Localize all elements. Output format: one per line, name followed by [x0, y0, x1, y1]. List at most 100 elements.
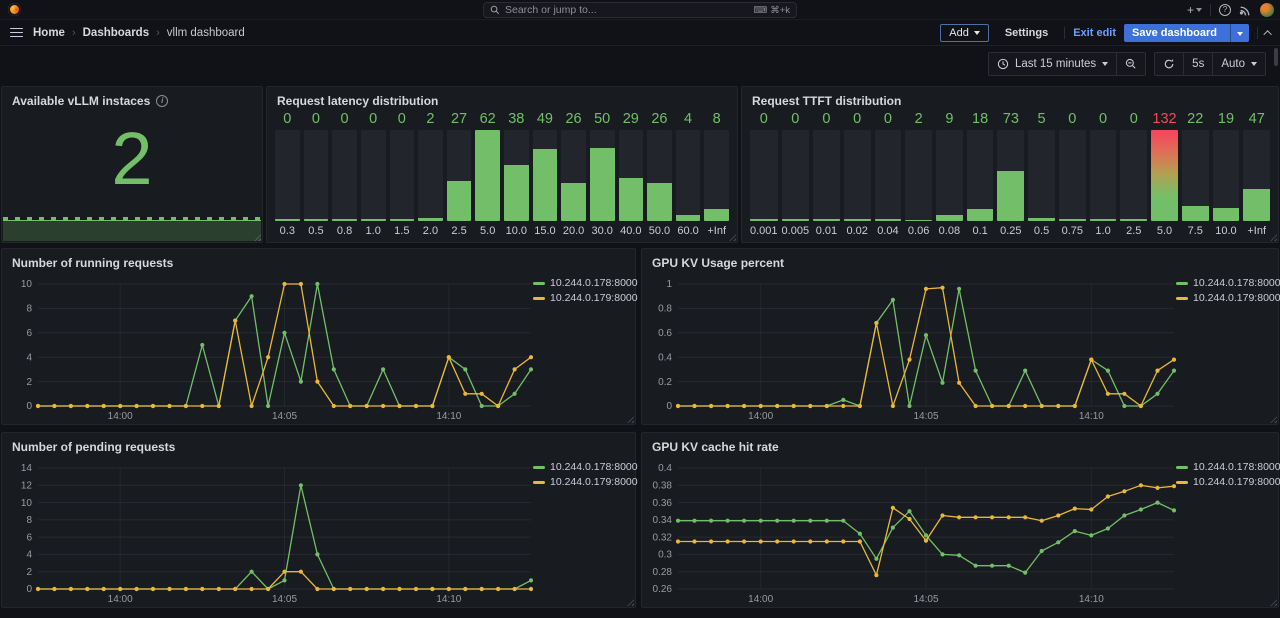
divider [1064, 27, 1065, 39]
settings-button[interactable]: Settings [997, 25, 1056, 41]
search-box[interactable]: ⌨ ⌘+k [483, 2, 797, 18]
user-avatar[interactable] [1260, 3, 1274, 17]
histogram-bar: 01.0 [361, 111, 386, 237]
bar-bucket-label: +Inf [1243, 221, 1270, 237]
svg-text:8: 8 [26, 515, 32, 526]
chart-legend: 10.244.0.178:8000 10.244.0.179:8000 [533, 455, 633, 605]
time-series-chart[interactable]: 024681014:0014:0514:10 [4, 271, 533, 422]
legend-item[interactable]: 10.244.0.178:8000 [1176, 461, 1276, 473]
refresh-button[interactable] [1155, 53, 1183, 75]
svg-text:6: 6 [26, 328, 32, 339]
time-range-button[interactable]: Last 15 minutes [989, 53, 1116, 75]
refresh-icon [1163, 58, 1175, 70]
panel-title[interactable]: Available vLLM instaces i [2, 87, 262, 109]
grafana-logo-icon[interactable] [8, 3, 21, 16]
add-menu-button[interactable]: + [1187, 3, 1202, 17]
breadcrumb-dashboards[interactable]: Dashboards [83, 27, 149, 39]
svg-text:0.36: 0.36 [653, 498, 673, 509]
bar-track [905, 130, 932, 221]
time-series-chart[interactable]: 0246810121414:0014:0514:10 [4, 455, 533, 605]
search-icon [490, 5, 500, 15]
time-series-chart[interactable]: 00.20.40.60.8114:0014:0514:10 [644, 271, 1176, 422]
legend-series-label: 10.244.0.179:8000 [550, 476, 638, 488]
bar-bucket-label: 20.0 [561, 221, 586, 237]
histogram-bar: 3810.0 [504, 111, 529, 237]
svg-text:10: 10 [21, 279, 33, 290]
breadcrumb-separator: › [72, 27, 76, 39]
panel-title[interactable]: Number of running requests [2, 249, 635, 271]
legend-series-label: 10.244.0.178:8000 [550, 461, 638, 473]
bar-value: 2 [418, 111, 443, 130]
histogram-bar: 272.5 [447, 111, 472, 237]
save-dropdown-button[interactable] [1230, 24, 1249, 42]
bar-bucket-label: 2.5 [1120, 221, 1147, 237]
svg-text:0.28: 0.28 [653, 567, 673, 578]
bar-bucket-label: 0.04 [875, 221, 902, 237]
legend-swatch [533, 297, 545, 300]
refresh-interval-label[interactable]: 5s [1183, 53, 1212, 75]
svg-text:14:05: 14:05 [272, 411, 297, 422]
news-icon[interactable] [1239, 4, 1252, 17]
bar-track [390, 130, 415, 221]
chevron-down-icon [1251, 62, 1257, 66]
histogram-bar: 01.5 [390, 111, 415, 237]
panel-request-ttft: Request TTFT distribution 00.00100.00500… [741, 86, 1279, 243]
bar-value: 27 [447, 111, 472, 130]
menu-icon[interactable] [10, 28, 23, 38]
info-icon[interactable]: i [156, 95, 168, 107]
svg-text:14:10: 14:10 [1079, 594, 1104, 605]
panel-title[interactable]: GPU KV cache hit rate [642, 433, 1278, 455]
histogram-bar: 180.1 [967, 111, 994, 237]
help-icon[interactable]: ? [1219, 4, 1231, 16]
panel-title[interactable]: Request latency distribution [267, 87, 737, 109]
panel-pending-requests: Number of pending requests 0246810121414… [1, 432, 636, 608]
histogram-bar: 2650.0 [647, 111, 672, 237]
scrollbar[interactable] [1274, 48, 1278, 66]
svg-text:1: 1 [666, 279, 672, 290]
panel-title[interactable]: GPU KV Usage percent [642, 249, 1278, 271]
collapse-chevron-up-icon[interactable] [1263, 30, 1271, 38]
histogram-bar: 90.08 [936, 111, 963, 237]
histogram-bar: 00.04 [875, 111, 902, 237]
bar-bucket-label: 0.06 [905, 221, 932, 237]
histogram-bar: 00.8 [332, 111, 357, 237]
legend-item[interactable]: 10.244.0.179:8000 [533, 292, 633, 304]
panel-title[interactable]: Number of pending requests [2, 433, 635, 455]
search-input[interactable] [505, 4, 748, 16]
time-series-chart[interactable]: 0.260.280.30.320.340.360.380.414:0014:05… [644, 455, 1176, 605]
legend-item[interactable]: 10.244.0.178:8000 [533, 277, 633, 289]
exit-edit-button[interactable]: Exit edit [1073, 27, 1116, 39]
bar-track [1120, 130, 1147, 221]
bar-bucket-label: 0.1 [967, 221, 994, 237]
legend-item[interactable]: 10.244.0.178:8000 [1176, 277, 1276, 289]
svg-text:14:10: 14:10 [436, 594, 461, 605]
histogram-bar: 00.001 [750, 111, 778, 237]
save-dashboard-button[interactable]: Save dashboard [1124, 24, 1249, 42]
bar-bucket-label: 5.0 [475, 221, 500, 237]
divider [1257, 27, 1258, 39]
bar-track [1028, 130, 1055, 221]
add-button[interactable]: Add [940, 24, 989, 42]
bar-track [590, 130, 615, 221]
zoom-out-button[interactable] [1116, 53, 1145, 75]
bar-track [418, 130, 443, 221]
bar-value: 5 [1028, 111, 1055, 130]
legend-series-label: 10.244.0.179:8000 [1193, 292, 1280, 304]
bar-value: 0 [750, 111, 778, 130]
histogram-bar: 00.02 [844, 111, 871, 237]
breadcrumb-home[interactable]: Home [33, 27, 65, 39]
bar-track [1243, 130, 1270, 221]
bar-bucket-label: 50.0 [647, 221, 672, 237]
bar-bucket-label: 0.75 [1059, 221, 1086, 237]
auto-refresh-button[interactable]: Auto [1212, 53, 1265, 75]
legend-item[interactable]: 10.244.0.178:8000 [533, 461, 633, 473]
legend-item[interactable]: 10.244.0.179:8000 [533, 476, 633, 488]
panel-title[interactable]: Request TTFT distribution [742, 87, 1278, 109]
bar-value: 0 [390, 111, 415, 130]
histogram-bar: 227.5 [1182, 111, 1209, 237]
legend-item[interactable]: 10.244.0.179:8000 [1176, 476, 1276, 488]
bar-bucket-label: 40.0 [619, 221, 644, 237]
histogram-bar: 4915.0 [533, 111, 558, 237]
bar-track [1059, 130, 1086, 221]
legend-item[interactable]: 10.244.0.179:8000 [1176, 292, 1276, 304]
